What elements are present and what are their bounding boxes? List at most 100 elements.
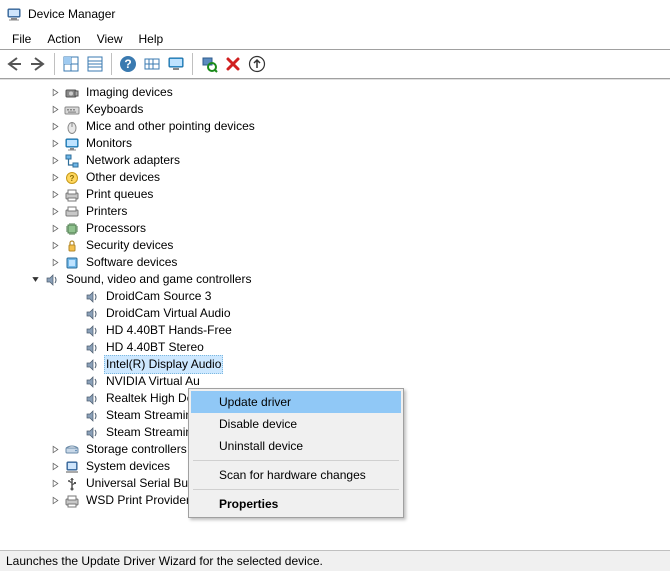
tree-item-label: Printers [84, 203, 129, 220]
tree-item-label: Print queues [84, 186, 155, 203]
toolbar-separator [54, 53, 55, 75]
expand-icon[interactable] [48, 494, 62, 508]
tree-item-label: Intel(R) Display Audio [104, 355, 223, 374]
tree-item-label: Keyboards [84, 101, 145, 118]
device-category[interactable]: Imaging devices [0, 84, 670, 101]
tree-item-label: Processors [84, 220, 148, 237]
context-menu-separator [193, 489, 399, 490]
expand-icon[interactable] [48, 120, 62, 134]
mouse-icon [64, 119, 80, 135]
toolbar-show-hide-tree-button[interactable] [60, 53, 82, 75]
device-category[interactable]: Monitors [0, 135, 670, 152]
expand-icon[interactable] [48, 205, 62, 219]
statusbar-text: Launches the Update Driver Wizard for th… [6, 554, 323, 568]
menu-action[interactable]: Action [39, 30, 88, 48]
toolbar [0, 49, 670, 79]
device-node[interactable]: DroidCam Source 3 [0, 288, 670, 305]
expand-icon[interactable] [48, 103, 62, 117]
tree-item-label: HD 4.40BT Hands-Free [104, 322, 234, 339]
system-icon [64, 459, 80, 475]
sound-icon [84, 425, 100, 441]
app-icon [6, 6, 22, 22]
device-category[interactable]: Software devices [0, 254, 670, 271]
tree-item-label: Network adapters [84, 152, 182, 169]
toolbar-forward-button[interactable] [27, 53, 49, 75]
tree-item-label: Monitors [84, 135, 134, 152]
tree-item-label: DroidCam Virtual Audio [104, 305, 233, 322]
menubar: File Action View Help [0, 29, 670, 49]
expand-icon[interactable] [48, 154, 62, 168]
window-title: Device Manager [28, 7, 115, 21]
expand-icon[interactable] [48, 477, 62, 491]
tree-item-label: Storage controllers [84, 441, 189, 458]
context-menu-separator [193, 460, 399, 461]
sound-icon [84, 340, 100, 356]
device-tree-pane: Imaging devicesKeyboardsMice and other p… [0, 79, 670, 555]
context-menu-item[interactable]: Scan for hardware changes [191, 464, 401, 486]
expand-icon[interactable] [48, 239, 62, 253]
sound-icon [84, 408, 100, 424]
expand-icon[interactable] [48, 137, 62, 151]
context-menu-item[interactable]: Uninstall device [191, 435, 401, 457]
sound-icon [84, 323, 100, 339]
toolbar-view-button[interactable] [141, 53, 163, 75]
context-menu-item[interactable]: Disable device [191, 413, 401, 435]
device-node[interactable]: HD 4.40BT Hands-Free [0, 322, 670, 339]
toolbar-back-button[interactable] [3, 53, 25, 75]
security-icon [64, 238, 80, 254]
device-category[interactable]: Other devices [0, 169, 670, 186]
toolbar-update-driver-button[interactable] [165, 53, 187, 75]
tree-item-label: Sound, video and game controllers [64, 271, 253, 288]
sound-icon [44, 272, 60, 288]
toolbar-uninstall-button[interactable] [246, 53, 268, 75]
toolbar-properties-button[interactable] [84, 53, 106, 75]
device-node[interactable]: DroidCam Virtual Audio [0, 305, 670, 322]
collapse-icon[interactable] [28, 273, 42, 287]
expand-icon[interactable] [48, 256, 62, 270]
expand-icon[interactable] [48, 460, 62, 474]
toolbar-help-button[interactable] [117, 53, 139, 75]
tree-item-label: Mice and other pointing devices [84, 118, 257, 135]
device-category[interactable]: Keyboards [0, 101, 670, 118]
monitor-icon [64, 136, 80, 152]
camera-icon [64, 85, 80, 101]
tree-item-label: Realtek High Defi [104, 390, 201, 407]
context-menu-item[interactable]: Properties [191, 493, 401, 515]
device-category[interactable]: Printers [0, 203, 670, 220]
expand-icon[interactable] [48, 86, 62, 100]
titlebar: Device Manager [0, 0, 670, 29]
expand-icon[interactable] [48, 443, 62, 457]
other-icon [64, 170, 80, 186]
expand-icon[interactable] [48, 222, 62, 236]
tree-item-label: Security devices [84, 237, 175, 254]
toolbar-disable-button[interactable] [222, 53, 244, 75]
context-menu: Update driverDisable deviceUninstall dev… [188, 388, 404, 518]
menu-help[interactable]: Help [131, 30, 172, 48]
device-node[interactable]: Intel(R) Display Audio [0, 356, 670, 373]
expand-icon[interactable] [48, 171, 62, 185]
software-icon [64, 255, 80, 271]
device-category[interactable]: Security devices [0, 237, 670, 254]
toolbar-scan-hardware-button[interactable] [198, 53, 220, 75]
printer-icon [64, 204, 80, 220]
device-category[interactable]: Network adapters [0, 152, 670, 169]
menu-view[interactable]: View [89, 30, 131, 48]
tree-item-label: Steam Streaming [104, 407, 201, 424]
device-category[interactable]: Processors [0, 220, 670, 237]
printq-icon [64, 493, 80, 509]
device-category[interactable]: Sound, video and game controllers [0, 271, 670, 288]
context-menu-item[interactable]: Update driver [191, 391, 401, 413]
device-category[interactable]: Mice and other pointing devices [0, 118, 670, 135]
tree-item-label: Steam Streaming [104, 424, 201, 441]
menu-file[interactable]: File [4, 30, 39, 48]
tree-item-label: HD 4.40BT Stereo [104, 339, 206, 356]
device-category[interactable]: Print queues [0, 186, 670, 203]
sound-icon [84, 374, 100, 390]
expand-icon[interactable] [48, 188, 62, 202]
statusbar: Launches the Update Driver Wizard for th… [0, 550, 670, 571]
tree-item-label: Imaging devices [84, 84, 175, 101]
toolbar-separator [192, 53, 193, 75]
device-node[interactable]: HD 4.40BT Stereo [0, 339, 670, 356]
sound-icon [84, 289, 100, 305]
tree-item-label: System devices [84, 458, 172, 475]
